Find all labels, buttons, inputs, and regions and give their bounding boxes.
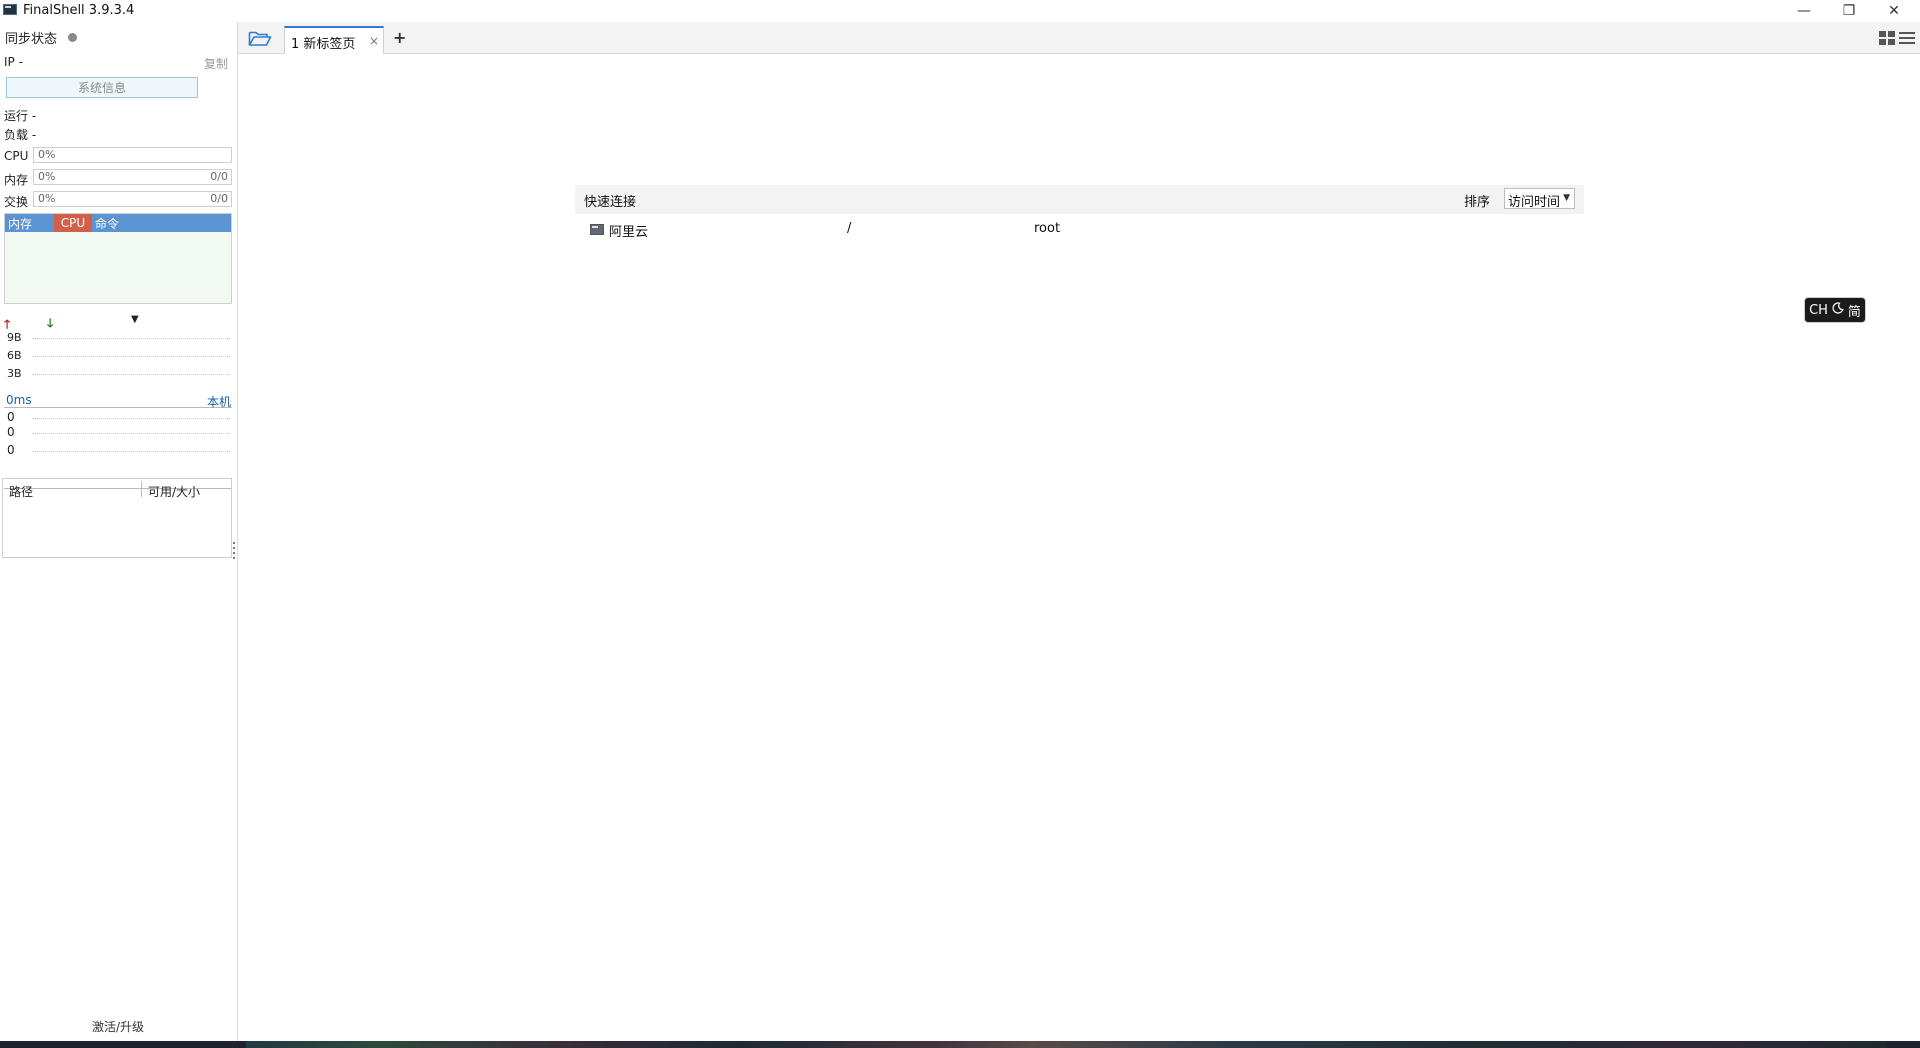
chevron-down-icon: ▼ xyxy=(1563,193,1570,203)
quick-connect-item[interactable]: 阿里云 / root xyxy=(575,218,1584,242)
ping-axis-label: 0 xyxy=(7,425,15,439)
grid-line xyxy=(32,338,230,339)
disk-table[interactable]: 路径 可用/大小 xyxy=(2,478,232,558)
network-graph: 9B 6B 3B xyxy=(4,329,232,408)
server-icon xyxy=(590,224,604,235)
grid-view-icon[interactable] xyxy=(1879,31,1895,45)
swap-percent: 0% xyxy=(38,192,56,205)
title-bar: FinalShell 3.9.3.4 — ❐ ✕ xyxy=(0,0,1920,22)
column-divider[interactable] xyxy=(141,481,142,497)
tab-close-icon[interactable]: × xyxy=(369,34,379,48)
swap-meter: 0% 0/0 xyxy=(33,191,232,207)
sidebar: 同步状态 IP - 复制 系统信息 运行 - 负载 - CPU 0% 内存 0%… xyxy=(0,22,238,1041)
memory-usage: 0/0 xyxy=(210,170,228,183)
grid-line xyxy=(32,374,230,375)
sort-label: 排序 xyxy=(1464,195,1491,210)
ip-label: IP - xyxy=(4,55,23,69)
cpu-percent: 0% xyxy=(38,148,56,161)
command-header[interactable]: 命令 xyxy=(95,215,119,232)
swap-usage: 0/0 xyxy=(210,192,228,205)
memory-label: 内存 xyxy=(4,173,29,187)
terminal-icon xyxy=(3,4,17,15)
swap-label: 交换 xyxy=(4,195,29,209)
sort-by-cpu-header[interactable]: CPU xyxy=(54,214,92,232)
ime-mode: 简 xyxy=(1847,304,1861,320)
quick-connect-title: 快速连接 xyxy=(584,195,637,210)
sort-value: 访问时间 xyxy=(1508,195,1561,210)
tab-label: 1 新标签页 xyxy=(291,37,356,52)
load-label: 负载 - xyxy=(4,128,37,142)
process-table-header: 内存 CPU 命令 xyxy=(5,214,231,232)
uptime-label: 运行 - xyxy=(4,109,37,123)
connection-name: 阿里云 xyxy=(609,225,649,240)
net-axis-label: 3B xyxy=(7,367,22,380)
window-title: FinalShell 3.9.3.4 xyxy=(23,3,135,18)
ping-axis-label: 0 xyxy=(7,410,15,424)
ping-axis-label: 0 xyxy=(7,443,15,457)
grid-line xyxy=(32,356,230,357)
grid-line xyxy=(32,433,230,434)
copy-ip-link[interactable]: 复制 xyxy=(204,55,228,72)
cpu-meter: 0% xyxy=(33,147,232,163)
add-tab-button[interactable]: + xyxy=(393,28,406,47)
moon-icon xyxy=(1832,302,1844,318)
system-info-button[interactable]: 系统信息 xyxy=(6,77,198,98)
close-button[interactable]: ✕ xyxy=(1872,0,1916,22)
connection-path: / xyxy=(847,221,852,236)
restore-button[interactable]: ❐ xyxy=(1827,0,1871,22)
grid-line xyxy=(32,451,230,452)
ime-indicator[interactable]: CH 简 xyxy=(1804,297,1866,323)
network-legend: 🡑 🡓 ▼ xyxy=(4,314,236,331)
network-interface-dropdown[interactable]: ▼ xyxy=(131,314,139,325)
sync-status-dot xyxy=(68,33,77,42)
memory-meter: 0% 0/0 xyxy=(33,169,232,185)
net-axis-label: 9B xyxy=(7,331,22,344)
quick-connect-header: 快速连接 排序 访问时间 ▼ xyxy=(575,185,1584,214)
size-header[interactable]: 可用/大小 xyxy=(148,483,200,500)
taskbar-strip xyxy=(0,1041,1920,1048)
cpu-label: CPU xyxy=(4,149,29,163)
sort-select[interactable]: 访问时间 ▼ xyxy=(1504,188,1575,210)
sync-status-label: 同步状态 xyxy=(5,32,58,47)
wallpaper-strip xyxy=(246,1041,1886,1048)
folder-open-icon[interactable] xyxy=(248,29,272,47)
minimize-button[interactable]: — xyxy=(1782,0,1826,22)
ping-target-link[interactable]: 本机 xyxy=(207,393,231,410)
tab-new-tab[interactable]: 1 新标签页 × xyxy=(284,26,384,54)
net-axis-label: 6B xyxy=(7,349,22,362)
connection-user: root xyxy=(1034,221,1061,236)
activate-upgrade-link[interactable]: 激活/升级 xyxy=(0,1018,236,1035)
main-area: 1 新标签页 × + 快速连接 排序 访问时间 ▼ 阿里云 / root xyxy=(238,22,1920,1041)
sort-by-memory-header[interactable]: 内存 xyxy=(8,215,32,232)
process-table[interactable]: 内存 CPU 命令 xyxy=(4,213,232,304)
grid-line xyxy=(32,418,230,419)
memory-percent: 0% xyxy=(38,170,56,183)
sidebar-splitter[interactable] xyxy=(233,542,236,564)
ping-latency: 0ms xyxy=(6,393,32,407)
ime-language: CH xyxy=(1809,302,1828,318)
path-header[interactable]: 路径 xyxy=(9,483,33,500)
tab-bar: 1 新标签页 × + xyxy=(238,22,1920,54)
list-view-icon[interactable] xyxy=(1899,31,1915,45)
